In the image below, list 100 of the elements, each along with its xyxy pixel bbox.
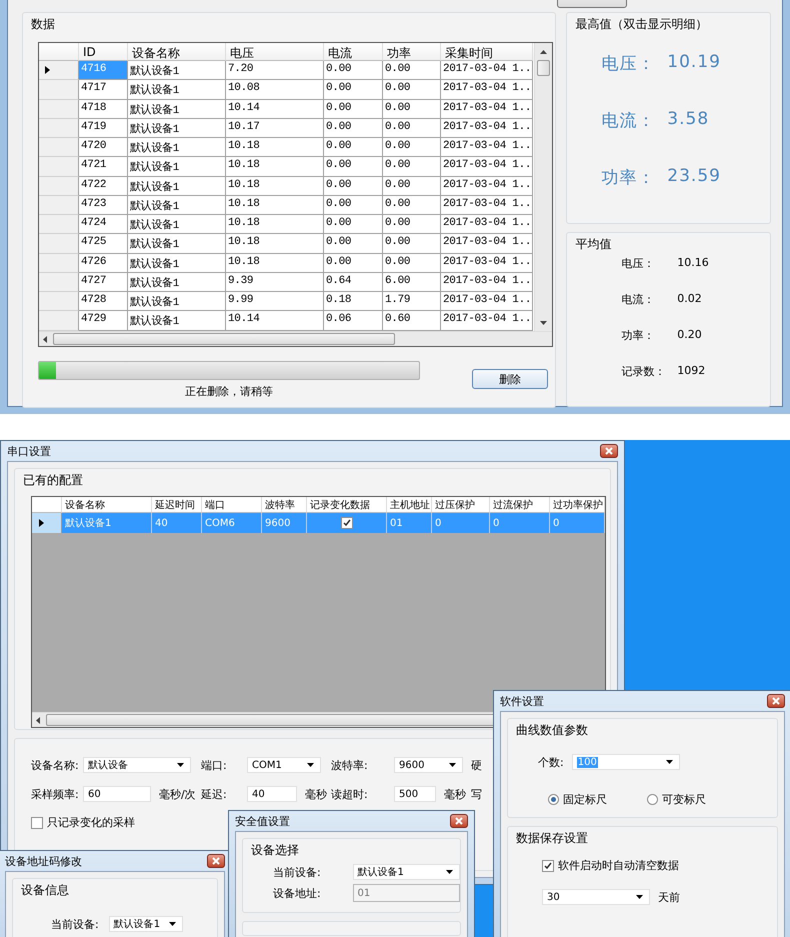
table-cell: 2017-03-04 1..: [441, 118, 533, 138]
close-button[interactable]: [767, 694, 785, 708]
scroll-up-icon[interactable]: [540, 50, 547, 54]
caret-icon: [636, 895, 643, 899]
group-title: 已有的配置: [22, 472, 84, 489]
table-cell: 10.18: [226, 215, 324, 234]
table-cell: 默认设备1: [128, 272, 226, 292]
table-cell: 2017-03-04 1..: [441, 157, 533, 176]
table-cell: 0: [550, 513, 605, 533]
dropdown[interactable]: 9600: [394, 757, 463, 773]
input-field[interactable]: 60: [83, 786, 151, 802]
dropdown[interactable]: 30: [542, 889, 650, 905]
caret-icon: [666, 760, 673, 764]
table-cell: 默认设备1: [128, 61, 226, 80]
caret-icon: [307, 763, 314, 767]
delete-button[interactable]: 删除: [472, 369, 548, 389]
value-text: 1092: [677, 364, 706, 378]
table-cell: 0.00: [383, 254, 441, 273]
table-cell: 4716: [79, 61, 128, 80]
table-cell: 0.00: [324, 80, 383, 100]
table-cell: 0: [490, 513, 550, 533]
field-label: 读超时:: [331, 786, 369, 802]
table-cell: 4718: [79, 100, 128, 119]
checkbox[interactable]: [542, 860, 554, 872]
value-label: 功率：: [601, 167, 656, 189]
table-cell: 10.18: [226, 254, 324, 273]
table-cell: 10.18: [226, 196, 324, 215]
table-cell: COM6: [202, 513, 262, 533]
field-label: 端口:: [201, 758, 228, 772]
table-cell: 2017-03-04 1..: [441, 272, 533, 292]
table-cell: 默认设备1: [128, 118, 226, 138]
current-row-icon: [39, 519, 44, 527]
unit-label: 毫秒: [305, 786, 327, 802]
value-label: 记录数：: [621, 364, 666, 378]
field-label: 硬: [471, 758, 483, 772]
scroll-down-icon[interactable]: [540, 320, 547, 324]
table-cell: 2017-03-04 1..: [441, 100, 533, 119]
group-title: 数据: [30, 16, 56, 33]
value-label: 电压：: [601, 53, 656, 75]
column-header[interactable]: 采集时间: [441, 43, 533, 61]
table-cell: 4727: [79, 272, 128, 292]
scrollbar[interactable]: [39, 331, 552, 346]
table-cell: 2017-03-04 1..: [441, 138, 533, 158]
scroll-thumb[interactable]: [537, 60, 550, 76]
checkbox[interactable]: [31, 816, 43, 828]
field-label: 采样频率:: [31, 786, 80, 802]
table-cell: 9.99: [226, 292, 324, 312]
field-label: 设备名称:: [31, 758, 80, 772]
close-button[interactable]: [450, 814, 468, 828]
table-cell: 1.79: [383, 292, 441, 312]
table-cell: 0.00: [324, 196, 383, 215]
table-cell: 10.08: [226, 80, 324, 100]
table-cell: 0.00: [324, 100, 383, 119]
input-field[interactable]: 01: [352, 884, 460, 902]
table-cell: 4724: [79, 215, 128, 234]
table-cell: 10.18: [226, 176, 324, 196]
column-header[interactable]: 功率: [383, 43, 441, 61]
table-cell: 默认设备1: [128, 196, 226, 215]
dropdown[interactable]: 默认设备: [83, 757, 191, 773]
table-cell: 0.00: [383, 80, 441, 100]
table-cell: 2017-03-04 1..: [441, 254, 533, 273]
table-cell: 4723: [79, 196, 128, 215]
table-cell: 0.00: [383, 118, 441, 138]
table-cell: 0.00: [383, 138, 441, 158]
column-header[interactable]: 电流: [324, 43, 383, 61]
table-cell: 2017-03-04 1..: [441, 292, 533, 312]
field-label: 波特率:: [331, 758, 369, 772]
value-text: 0.20: [677, 328, 702, 342]
checkbox-label: 软件启动时自动清空数据: [558, 858, 679, 873]
radio-button[interactable]: [647, 794, 658, 805]
row-header[interactable]: [32, 513, 62, 533]
column-header[interactable]: 电压: [226, 43, 324, 61]
input-field[interactable]: 40: [247, 786, 297, 802]
table-cell: 默认设备1: [128, 215, 226, 234]
input-field[interactable]: 500: [394, 786, 436, 802]
table-cell: 2017-03-04 1..: [441, 61, 533, 80]
close-button[interactable]: [207, 854, 225, 868]
window-title: 安全值设置: [235, 814, 290, 828]
dropdown[interactable]: 默认设备1: [352, 864, 460, 880]
row-header[interactable]: [39, 61, 79, 80]
table-cell: 0.00: [324, 215, 383, 234]
table-cell: 10.18: [226, 234, 324, 254]
dropdown[interactable]: COM1: [247, 757, 321, 773]
table-cell: 4728: [79, 292, 128, 312]
close-button[interactable]: [600, 444, 618, 458]
table-cell: 6.00: [383, 272, 441, 292]
column-header[interactable]: 设备名称: [128, 43, 226, 61]
table-cell: 9.39: [226, 272, 324, 292]
window-title: 软件设置: [500, 694, 544, 708]
scrollbar[interactable]: [534, 43, 552, 331]
radio-label: 可变标尺: [662, 792, 706, 807]
close-icon: [772, 697, 780, 705]
checkbox-label: 只记录变化的采样: [47, 815, 135, 830]
dropdown[interactable]: 默认设备1: [108, 916, 183, 932]
table-cell: 10.18: [226, 138, 324, 158]
checkbox[interactable]: [340, 517, 352, 529]
unit-label: 天前: [658, 890, 680, 904]
table-cell: 01: [387, 513, 432, 533]
group-title: 最高值（双击显示明细）: [574, 16, 708, 33]
radio-button[interactable]: [548, 794, 559, 805]
